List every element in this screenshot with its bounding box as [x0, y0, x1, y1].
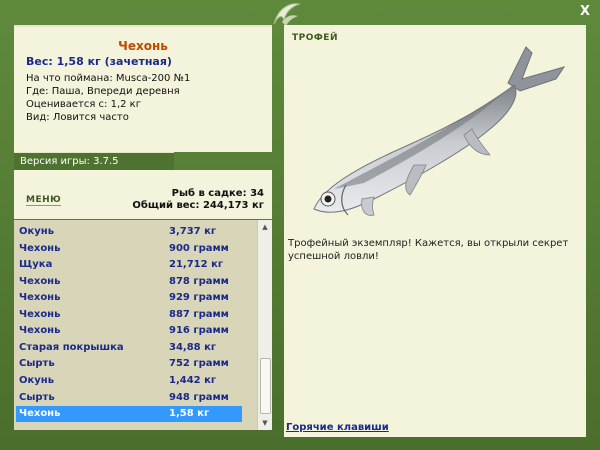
catch-place: Где: Паша, Впереди деревня — [26, 86, 180, 97]
fish-count: Рыб в садке: 34 — [171, 188, 264, 199]
catch-value: Оценивается с: 1,2 кг — [26, 99, 141, 110]
fish-name: Чехонь — [19, 325, 61, 337]
catch-weight: Вес: 1,58 кг (зачетная) — [26, 55, 172, 68]
fish-list-row[interactable]: Сырть 752 грамм — [16, 356, 242, 372]
fish-weight: 948 грамм — [169, 391, 229, 403]
fish-name: Окунь — [19, 374, 55, 386]
fish-weight: 929 грамм — [169, 292, 229, 304]
fish-list-row[interactable]: Старая покрышка 34,88 кг — [16, 340, 242, 356]
fish-name: Сырть — [19, 358, 55, 370]
fish-list-row[interactable]: Чехонь 929 грамм — [16, 290, 242, 306]
fish-list-row[interactable]: Чехонь 916 грамм — [16, 323, 242, 339]
fish-weight: 3,737 кг — [169, 226, 217, 237]
close-button[interactable]: X — [578, 5, 592, 19]
fish-name: Чехонь — [19, 242, 61, 254]
fish-name: Чехонь — [19, 408, 61, 420]
game-version: Версия игры: 3.7.5 — [14, 152, 174, 171]
fish-list-row[interactable]: Чехонь 1,58 кг — [16, 406, 242, 423]
fish-weight: 1,58 кг — [169, 408, 210, 420]
trophy-panel: ТРОФЕЙ Трофейный экземпляр! Кажется, вы … — [284, 25, 586, 437]
fish-list-row[interactable]: Окунь 3,737 кг — [16, 224, 242, 240]
fish-weight: 916 грамм — [169, 325, 229, 337]
catch-bait: На что поймана: Musca-200 №1 — [26, 73, 191, 84]
fish-name: Щука — [19, 259, 53, 271]
fish-list-row[interactable]: Чехонь 887 грамм — [16, 307, 242, 323]
fish-name: Окунь — [19, 226, 55, 237]
fish-weight: 752 грамм — [169, 358, 229, 370]
fish-weight: 34,88 кг — [169, 341, 217, 353]
fish-list[interactable]: Окунь 3,737 кг Чехонь 900 грамм Щука 21,712 к… — [14, 220, 257, 430]
fish-name: Чехонь — [19, 308, 61, 320]
keepnet-header: МЕНЮ Рыб в садке: 34 Общий вес: 244,173 … — [14, 170, 272, 219]
menu-label: МЕНЮ — [26, 195, 62, 206]
fish-list-row[interactable]: Окунь 1,442 кг — [16, 373, 242, 389]
fish-name: Сырть — [19, 391, 55, 403]
fish-list-scrollbar[interactable]: ▲ ▼ — [257, 220, 272, 430]
fish-image — [313, 46, 566, 216]
fish-list-row[interactable]: Чехонь 900 грамм — [16, 241, 242, 257]
scroll-down-icon[interactable]: ▼ — [258, 416, 272, 430]
catch-kind: Вид: Ловится часто — [26, 112, 129, 123]
trophy-text: Трофейный экземпляр! Кажется, вы открыли… — [288, 238, 569, 262]
scroll-thumb[interactable] — [260, 358, 271, 414]
catch-info-panel: Чехонь Вес: 1,58 кг (зачетная) На что по… — [14, 25, 272, 152]
fish-list-row[interactable]: Щука 21,712 кг — [16, 257, 242, 273]
scroll-up-icon[interactable]: ▲ — [258, 220, 272, 234]
hotkeys-link[interactable]: Горячие клавиши — [286, 422, 389, 433]
total-weight: Общий вес: 244,173 кг — [132, 200, 264, 211]
fish-list-row[interactable]: Чехонь 878 грамм — [16, 274, 242, 290]
fish-name: Чехонь — [19, 275, 61, 287]
fish-weight: 21,712 кг — [169, 259, 224, 271]
fish-weight: 900 грамм — [169, 242, 229, 254]
fish-weight: 1,442 кг — [169, 374, 217, 386]
menu-button[interactable]: МЕНЮ — [26, 195, 62, 206]
fish-weight: 878 грамм — [169, 275, 229, 287]
catch-fish-title: Чехонь — [118, 39, 168, 53]
fish-list-row[interactable]: Сырть 948 грамм — [16, 390, 242, 406]
fish-weight: 887 грамм — [169, 308, 229, 320]
fish-name: Чехонь — [19, 292, 61, 304]
fish-name: Старая покрышка — [19, 341, 124, 353]
fish-logo-icon — [273, 3, 301, 26]
